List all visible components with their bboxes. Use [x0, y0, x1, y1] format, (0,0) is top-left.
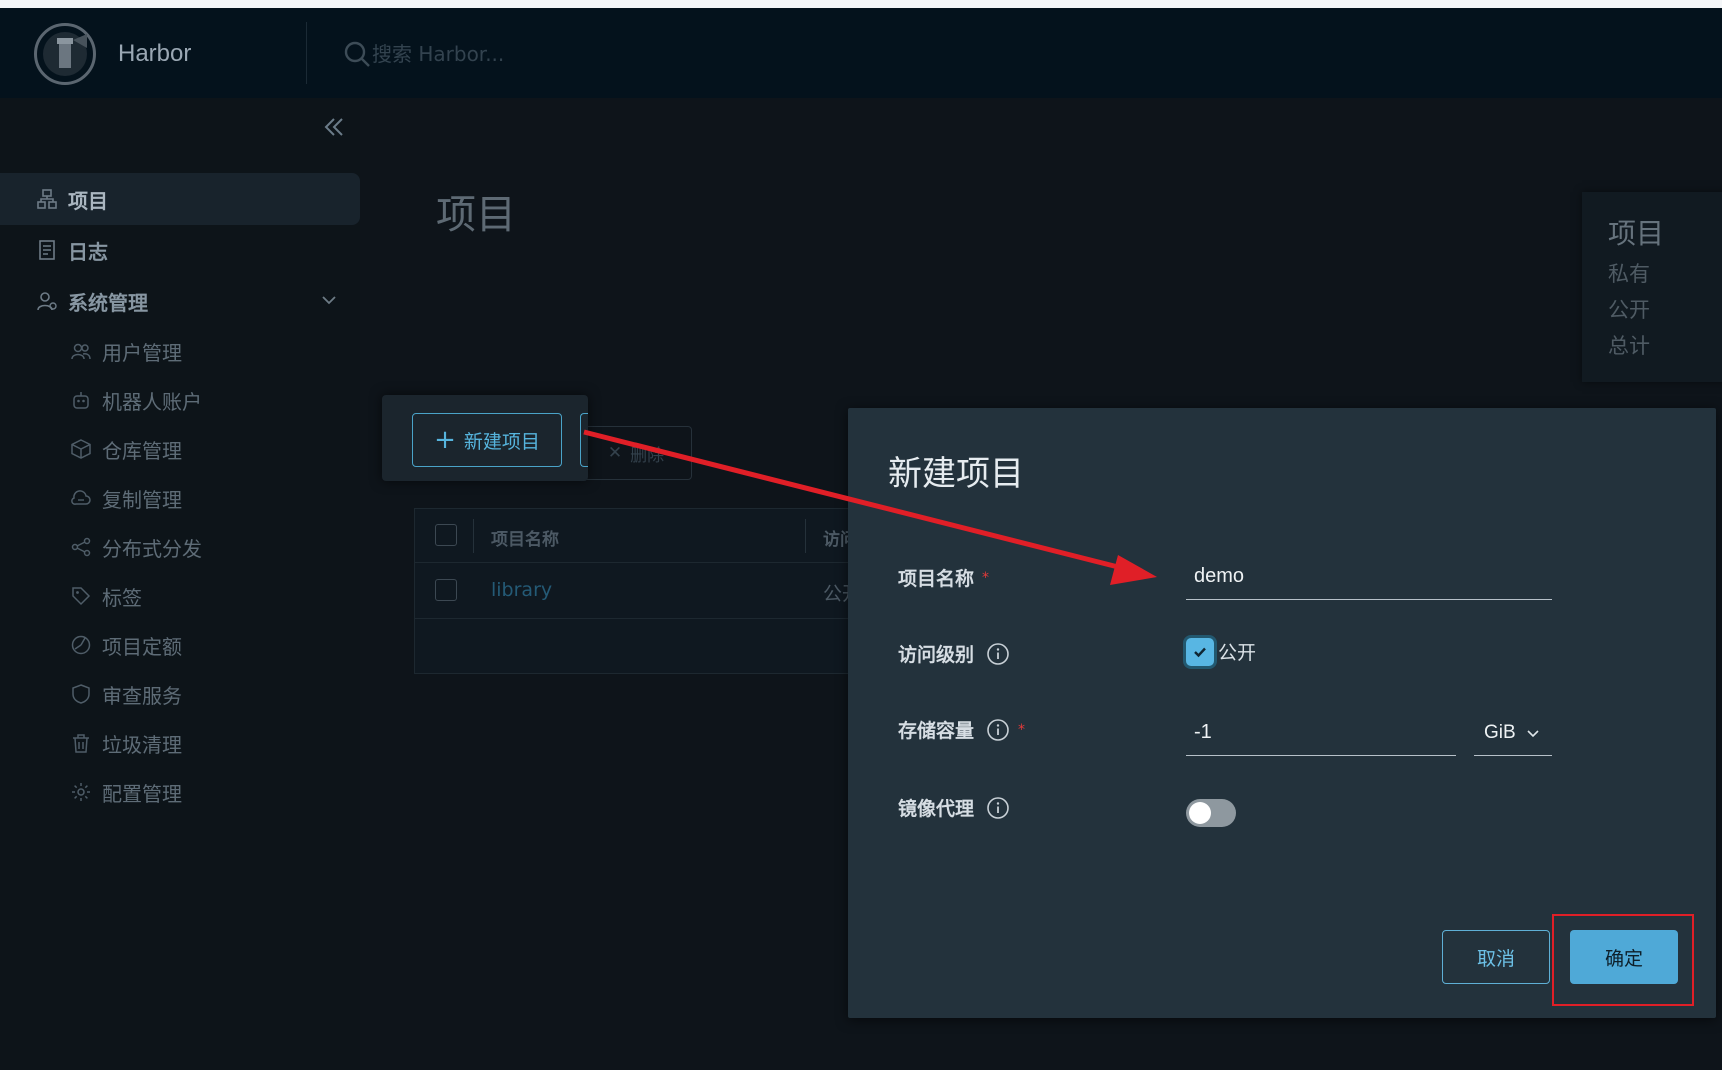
- page-title: 项目: [436, 192, 516, 238]
- trash-icon: [73, 734, 89, 753]
- proxy-cache-label: 镜像代理: [898, 794, 1010, 821]
- chevron-down-icon: [1527, 729, 1539, 737]
- registry-icon: [71, 439, 91, 459]
- field-label: 镜像代理: [898, 798, 975, 820]
- access-level-label: 访问级别: [898, 640, 1010, 667]
- select-value: GiB: [1484, 721, 1516, 743]
- info-icon[interactable]: [986, 718, 1010, 742]
- logs-icon: [39, 240, 55, 260]
- sidebar-item-users[interactable]: 用户管理: [0, 326, 360, 376]
- sidebar: 项目 日志 系统管理 用户管理 机器人账户 仓库管理 复制管理 分布式分发 标签…: [0, 98, 360, 1070]
- distribution-icon: [71, 537, 91, 557]
- sidebar-sub-label: 仓库管理: [102, 438, 182, 463]
- info-icon[interactable]: [986, 642, 1010, 666]
- sidebar-item-label: 系统管理: [68, 290, 148, 315]
- stats-row-public: 公开: [1608, 298, 1650, 322]
- annotation-highlight-box: [1552, 914, 1694, 1006]
- search-input[interactable]: [372, 38, 772, 70]
- header-divider: [306, 22, 307, 84]
- row-checkbox[interactable]: [435, 579, 457, 601]
- sidebar-item-label: 项目: [68, 188, 108, 213]
- sidebar-sub-label: 审查服务: [102, 683, 182, 708]
- new-project-label: 新建项目: [463, 430, 540, 453]
- chevron-down-icon[interactable]: [318, 289, 340, 311]
- info-icon[interactable]: [986, 796, 1010, 820]
- search-icon: [344, 41, 370, 67]
- project-stats-card: 项目 私有 公开 总计: [1582, 192, 1722, 382]
- harbor-logo-icon[interactable]: [34, 23, 96, 85]
- public-checkbox[interactable]: [1186, 638, 1214, 666]
- delete-label: 删除: [630, 445, 665, 466]
- column-header-name[interactable]: 项目名称: [491, 525, 559, 550]
- sidebar-sub-label: 垃圾清理: [102, 732, 182, 757]
- top-header: Harbor: [0, 8, 1722, 98]
- brand-name: Harbor: [118, 40, 192, 67]
- table-header: 项目名称 访问: [415, 509, 863, 563]
- sidebar-item-label: 日志: [68, 239, 108, 264]
- sidebar-sub-label: 配置管理: [102, 781, 182, 806]
- sidebar-sub-label: 分布式分发: [102, 536, 202, 561]
- projects-table: 项目名称 访问 library 公开: [414, 508, 864, 674]
- gear-icon: [72, 783, 90, 801]
- project-name-input[interactable]: [1186, 554, 1552, 600]
- sidebar-item-quota[interactable]: 项目定额: [0, 620, 360, 670]
- toggle-knob: [1189, 802, 1211, 824]
- sidebar-sub-label: 用户管理: [102, 340, 182, 365]
- robot-icon: [73, 392, 89, 409]
- dialog-title: 新建项目: [888, 454, 1024, 494]
- sidebar-item-labels[interactable]: 标签: [0, 571, 360, 621]
- table-row: library 公开: [415, 563, 863, 619]
- sidebar-item-config[interactable]: 配置管理: [0, 767, 360, 817]
- stats-row-private: 私有: [1608, 262, 1650, 286]
- column-separator: [805, 519, 806, 553]
- sidebar-item-robot[interactable]: 机器人账户: [0, 375, 360, 425]
- project-name-label: 项目名称 *: [898, 564, 989, 591]
- project-link[interactable]: library: [491, 579, 552, 601]
- shield-icon: [72, 684, 90, 704]
- sidebar-item-admin[interactable]: 系统管理: [0, 275, 360, 327]
- storage-unit-select[interactable]: GiB: [1474, 710, 1552, 756]
- replication-icon: [71, 490, 91, 505]
- select-all-checkbox[interactable]: [435, 524, 457, 546]
- sidebar-item-logs[interactable]: 日志: [0, 224, 360, 276]
- field-label: 存储容量: [898, 720, 975, 742]
- check-icon: [1194, 647, 1206, 658]
- projects-icon: [37, 189, 57, 209]
- new-project-button[interactable]: + 新建项目: [412, 413, 562, 467]
- users-icon: [71, 343, 91, 360]
- sidebar-item-projects[interactable]: 项目: [0, 173, 360, 225]
- stats-title: 项目: [1608, 217, 1665, 250]
- collapse-sidebar-icon[interactable]: [318, 112, 348, 142]
- field-label: 访问级别: [898, 644, 975, 666]
- sidebar-item-replication[interactable]: 复制管理: [0, 473, 360, 523]
- plus-icon: +: [434, 425, 456, 455]
- close-icon: ✕: [607, 443, 623, 463]
- field-label: 项目名称: [898, 568, 975, 590]
- sidebar-sub-label: 项目定额: [102, 634, 182, 659]
- sidebar-item-distribution[interactable]: 分布式分发: [0, 522, 360, 572]
- storage-quota-input[interactable]: [1186, 710, 1456, 756]
- tag-icon: [72, 587, 91, 606]
- column-separator: [473, 519, 474, 553]
- stats-row-total: 总计: [1608, 334, 1650, 358]
- cancel-button[interactable]: 取消: [1442, 930, 1550, 984]
- sidebar-sub-label: 标签: [102, 585, 142, 610]
- required-marker: *: [1018, 721, 1026, 738]
- sidebar-sub-label: 机器人账户: [102, 389, 202, 414]
- sidebar-item-gc[interactable]: 垃圾清理: [0, 718, 360, 768]
- proxy-cache-toggle[interactable]: [1186, 799, 1236, 827]
- top-strip: [0, 0, 1722, 8]
- storage-quota-label: 存储容量 *: [898, 716, 1025, 743]
- admin-icon: [37, 292, 57, 311]
- sidebar-item-registry[interactable]: 仓库管理: [0, 424, 360, 474]
- sidebar-sub-label: 复制管理: [102, 487, 182, 512]
- quota-icon: [71, 635, 91, 655]
- delete-button-edge: [580, 413, 588, 467]
- delete-button[interactable]: ✕ 删除: [580, 426, 692, 480]
- public-checkbox-label: 公开: [1218, 642, 1257, 664]
- required-marker: *: [982, 569, 990, 586]
- sidebar-item-audit[interactable]: 审查服务: [0, 669, 360, 719]
